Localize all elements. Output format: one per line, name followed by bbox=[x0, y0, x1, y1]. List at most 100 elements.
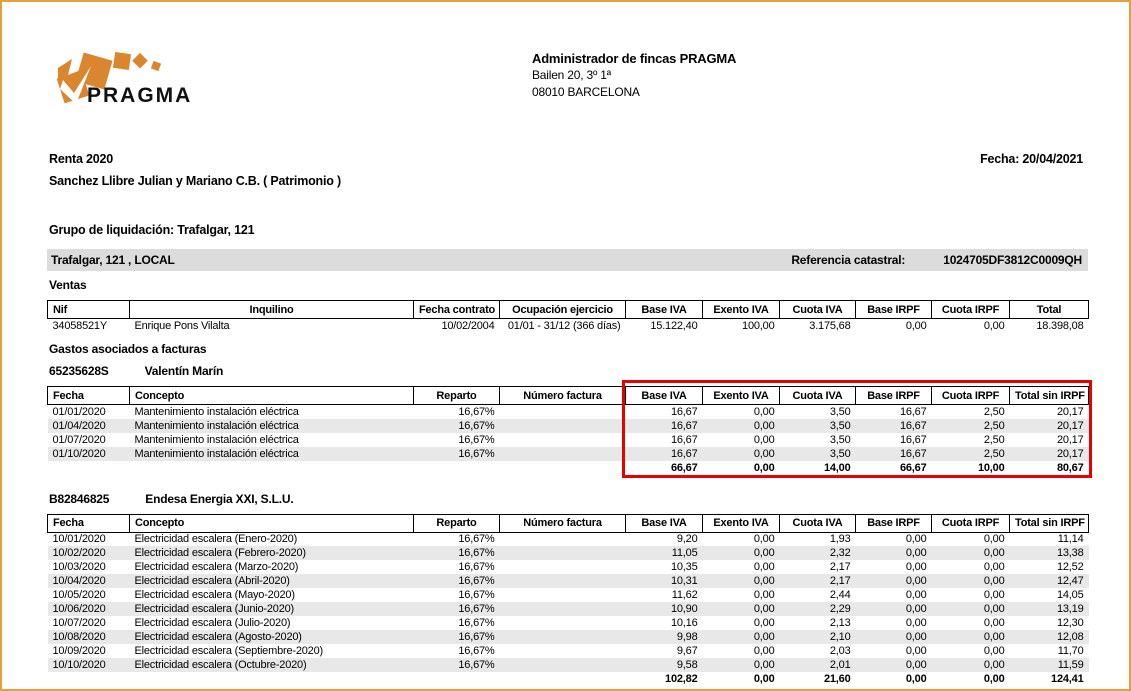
table-cell: 13,19 bbox=[1056, 603, 1084, 615]
total-cell: 14,00 bbox=[823, 461, 851, 474]
table-cell: 16,67% bbox=[458, 561, 495, 573]
table-cell: 0,00 bbox=[753, 533, 775, 546]
table-cell: 1,93 bbox=[829, 533, 851, 546]
table-cell bbox=[48, 672, 130, 686]
table-cell: 20,17 bbox=[1056, 405, 1084, 418]
table-cell: 9,20 bbox=[676, 533, 698, 546]
column-header: Reparto bbox=[413, 513, 500, 533]
column-header: Total sin IRPF bbox=[1009, 513, 1089, 533]
table-cell: 0,00 bbox=[753, 645, 775, 657]
table-cell: 2,01 bbox=[829, 659, 851, 671]
table-cell: 10/10/2020 bbox=[52, 659, 106, 671]
table-cell bbox=[500, 532, 626, 546]
table-cell bbox=[130, 461, 414, 475]
column-header: Cuota IRPF bbox=[931, 300, 1010, 319]
table-cell: 10/01/2020 bbox=[52, 533, 106, 546]
table-cell: Electricidad escalera (Enero-2020) bbox=[134, 533, 298, 546]
table-cell: 34058521Y bbox=[52, 319, 108, 332]
header-row: Nif Inquilino Fecha contrato Ocupación ejer… bbox=[47, 300, 1089, 319]
column-header: Cuota IRPF bbox=[931, 513, 1010, 533]
table-cell: 0,00 bbox=[983, 319, 1005, 332]
gastos-providers: 65235628S Valentín Marín Fecha Concepto Repa… bbox=[47, 364, 1092, 687]
table-cell: 16,67 bbox=[670, 419, 698, 432]
table-cell: 10,90 bbox=[670, 603, 698, 615]
table-cell: 0,00 bbox=[905, 575, 927, 587]
table-cell: 0,00 bbox=[753, 631, 775, 643]
column-header: Cuota IVA bbox=[779, 513, 856, 533]
total-cell: 102,82 bbox=[665, 673, 698, 685]
table-cell: Electricidad escalera (Septiembre-2020) bbox=[134, 645, 324, 657]
column-header: Base IVA bbox=[625, 300, 703, 319]
table-cell: 0,00 bbox=[905, 603, 927, 615]
table-cell: 15.122,40 bbox=[650, 319, 698, 332]
table-cell: Electricidad escalera (Febrero-2020) bbox=[134, 547, 307, 559]
table-cell: 16,67% bbox=[458, 533, 495, 546]
table-cell: 0,00 bbox=[753, 561, 775, 573]
total-cell: 21,60 bbox=[823, 673, 851, 685]
table-cell: 0,00 bbox=[905, 547, 927, 559]
totals-row: 102,82 0,00 21,60 0,00 0,00 124,41 bbox=[48, 672, 1089, 686]
table-cell bbox=[500, 630, 626, 644]
table-cell: 20,17 bbox=[1056, 447, 1084, 460]
total-cell: 0,00 bbox=[905, 673, 927, 685]
table-row: 10/03/2020 Electricidad escalera (Marzo-2… bbox=[48, 560, 1089, 574]
table-cell: 10/07/2020 bbox=[52, 617, 106, 629]
table-cell: 11,59 bbox=[1057, 659, 1084, 671]
table-cell: 0,00 bbox=[983, 645, 1005, 657]
table-cell bbox=[414, 672, 500, 686]
report-owner: Sanchez Llibre Julian y Mariano C.B. ( P… bbox=[49, 174, 341, 188]
table-cell: Electricidad escalera (Abril-2020) bbox=[134, 575, 290, 587]
table-cell: 10/05/2020 bbox=[52, 589, 106, 601]
table-cell: Electricidad escalera (Agosto-2020) bbox=[134, 631, 302, 643]
table-cell: Mantenimiento instalación eléctrica bbox=[134, 405, 299, 418]
table-cell: Electricidad escalera (Marzo-2020) bbox=[134, 561, 299, 573]
table-row: 10/02/2020 Electricidad escalera (Febrero… bbox=[47, 546, 1089, 560]
column-header: Inquilino bbox=[129, 300, 414, 319]
column-header: Exento IVA bbox=[702, 386, 780, 405]
table-cell bbox=[500, 461, 626, 475]
table-cell: 10/02/2020 bbox=[52, 547, 106, 559]
table-cell: 0,00 bbox=[983, 533, 1005, 546]
column-header: Cuota IVA bbox=[779, 386, 856, 405]
table-cell: 0,00 bbox=[905, 617, 927, 629]
total-cell: 0,00 bbox=[753, 673, 775, 685]
table-row: 10/05/2020 Electricidad escalera (Mayo-20… bbox=[48, 588, 1089, 602]
column-header: Fecha bbox=[47, 513, 130, 533]
table-cell: 0,00 bbox=[753, 419, 775, 432]
table-cell: 0,00 bbox=[905, 659, 927, 671]
table-row: 10/01/2020 Electricidad escalera (Enero-2… bbox=[48, 532, 1089, 546]
provider-section: B82846825 Endesa Energia XXI, S.L.U. Fecha… bbox=[47, 492, 1089, 687]
table-cell: 0,00 bbox=[905, 319, 927, 332]
table-cell: 3,50 bbox=[829, 405, 851, 418]
table-cell: 9,58 bbox=[676, 659, 698, 671]
table-cell: 3,50 bbox=[829, 433, 851, 446]
table-row: 34058521Y Enrique Pons Vilalta 10/02/2004 0… bbox=[48, 319, 1089, 333]
column-header: Exento IVA bbox=[702, 513, 780, 533]
table-cell: 0,00 bbox=[753, 547, 775, 559]
total-cell: 0,00 bbox=[983, 673, 1005, 685]
column-header: Fecha contrato bbox=[413, 300, 500, 319]
table-cell: 16,67% bbox=[458, 433, 495, 446]
column-header: Total bbox=[1009, 300, 1089, 319]
property-name: Trafalgar, 121 , LOCAL bbox=[51, 253, 175, 267]
table-cell: 0,00 bbox=[753, 589, 775, 601]
table-cell: 0,00 bbox=[983, 561, 1005, 573]
table-cell: 0,00 bbox=[983, 589, 1005, 601]
table-cell: 2,10 bbox=[829, 631, 851, 643]
table-cell: Electricidad escalera (Julio-2020) bbox=[134, 617, 291, 629]
office-name: Administrador de fincas PRAGMA bbox=[532, 51, 737, 66]
table-cell: 0,00 bbox=[983, 575, 1005, 587]
table-cell: 2,13 bbox=[829, 617, 851, 629]
property-bar: Trafalgar, 121 , LOCAL Referencia catast… bbox=[47, 249, 1088, 271]
column-header: Número factura bbox=[499, 513, 626, 533]
total-cell: 0,00 bbox=[753, 461, 775, 474]
table-cell bbox=[500, 672, 626, 686]
table-cell: 16,67% bbox=[458, 645, 495, 657]
table-cell: Electricidad escalera (Mayo-2020) bbox=[134, 589, 296, 601]
table-cell: 16,67% bbox=[458, 547, 495, 559]
table-row: 01/07/2020 Mantenimiento instalación eléc… bbox=[48, 433, 1089, 447]
table-cell bbox=[500, 616, 626, 630]
table-cell: 16,67 bbox=[899, 419, 927, 432]
table-cell: 2,17 bbox=[829, 561, 851, 573]
total-cell: 124,41 bbox=[1051, 673, 1084, 685]
